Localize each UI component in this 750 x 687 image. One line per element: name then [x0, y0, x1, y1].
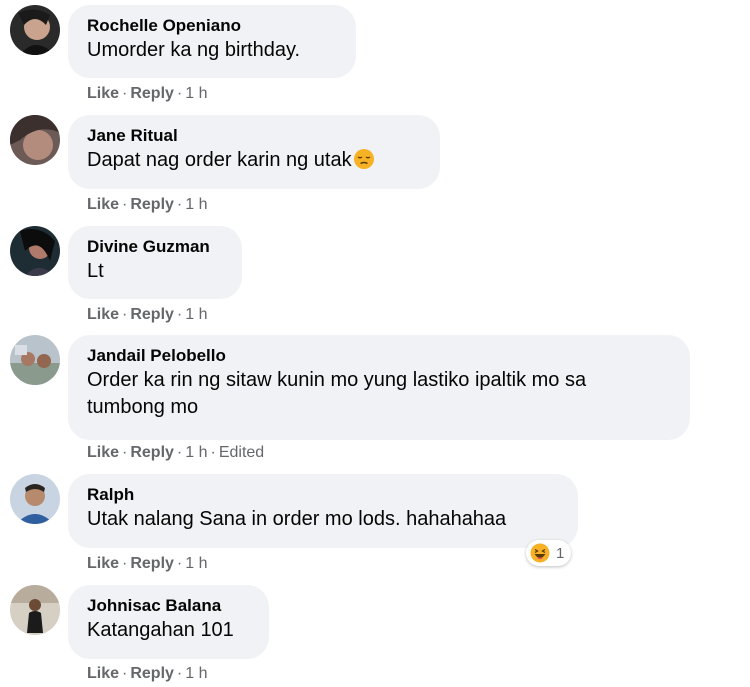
separator: · — [176, 306, 183, 323]
comment-text-line: tumbong mo — [87, 396, 199, 418]
comment-text: Dapat nag order karin ng utak — [87, 149, 352, 171]
avatar[interactable] — [10, 115, 60, 165]
separator: · — [122, 665, 128, 682]
separator: · — [176, 444, 183, 461]
comment-text: Utak nalang Sana in order mo lods. hahah… — [87, 508, 507, 530]
timestamp[interactable]: 1 h — [185, 196, 207, 213]
timestamp[interactable]: 1 h — [185, 85, 207, 102]
avatar[interactable] — [10, 226, 60, 276]
like-button[interactable]: Like — [87, 665, 119, 682]
comment-bubble: Divine Guzman Lt — [68, 226, 242, 299]
edited-label[interactable]: Edited — [219, 444, 264, 461]
comment-text: Lt — [87, 260, 104, 282]
comment-bubble: Johnisac Balana Katangahan 101 — [68, 585, 269, 659]
avatar[interactable] — [10, 5, 60, 55]
comment-author[interactable]: Rochelle Openiano — [87, 15, 337, 37]
timestamp[interactable]: 1 h — [185, 306, 207, 323]
separator: · — [122, 196, 128, 213]
reply-button[interactable]: Reply — [130, 555, 174, 572]
reaction-count: 1 — [556, 544, 565, 562]
comment-text-row: Dapat nag order karin ng utak — [87, 147, 421, 174]
comment-author[interactable]: Johnisac Balana — [87, 595, 250, 617]
separator: · — [176, 555, 183, 572]
separator: · — [122, 444, 128, 461]
comment-author[interactable]: Jane Ritual — [87, 125, 421, 147]
timestamp[interactable]: 1 h — [185, 444, 207, 461]
comment-author[interactable]: Jandail Pelobello — [87, 345, 671, 367]
comment-bubble: Rochelle Openiano Umorder ka ng birthday… — [68, 5, 356, 78]
reaction-summary[interactable]: 1 — [526, 540, 572, 566]
reply-button[interactable]: Reply — [130, 444, 174, 461]
comment-actions: Like · Reply · 1 h — [87, 195, 208, 215]
like-button[interactable]: Like — [87, 444, 119, 461]
like-button[interactable]: Like — [87, 196, 119, 213]
like-button[interactable]: Like — [87, 85, 119, 102]
comment-bubble: Jandail Pelobello Order ka rin ng sitaw … — [68, 335, 690, 440]
comment-text: Umorder ka ng birthday. — [87, 39, 301, 61]
timestamp[interactable]: 1 h — [185, 665, 207, 682]
comment-actions: Like · Reply · 1 h — [87, 664, 208, 684]
reply-button[interactable]: Reply — [130, 306, 174, 323]
comment-bubble: Jane Ritual Dapat nag order karin ng uta… — [68, 115, 440, 189]
separator: · — [210, 444, 216, 461]
reply-button[interactable]: Reply — [130, 665, 174, 682]
like-button[interactable]: Like — [87, 306, 119, 323]
reply-button[interactable]: Reply — [130, 196, 174, 213]
comment-actions: Like · Reply · 1 h · Edited — [87, 443, 264, 463]
avatar[interactable] — [10, 474, 60, 524]
timestamp[interactable]: 1 h — [185, 555, 207, 572]
haha-reaction-icon — [530, 543, 550, 563]
pensive-face-icon — [353, 149, 374, 169]
comment-text-line: Order ka rin ng sitaw kunin mo yung last… — [87, 369, 587, 391]
comment-actions: Like · Reply · 1 h — [87, 84, 208, 104]
like-button[interactable]: Like — [87, 555, 119, 572]
avatar[interactable] — [10, 335, 60, 385]
separator: · — [176, 196, 183, 213]
reply-button[interactable]: Reply — [130, 85, 174, 102]
comment-actions: Like · Reply · 1 h — [87, 305, 208, 325]
comment-bubble: Ralph Utak nalang Sana in order mo lods.… — [68, 474, 578, 548]
separator: · — [122, 555, 128, 572]
separator: · — [176, 665, 183, 682]
separator: · — [176, 85, 183, 102]
comment-text: Katangahan 101 — [87, 619, 234, 641]
comment-author[interactable]: Divine Guzman — [87, 236, 223, 258]
separator: · — [122, 85, 128, 102]
comment-author[interactable]: Ralph — [87, 484, 559, 506]
comment-actions: Like · Reply · 1 h — [87, 554, 208, 574]
separator: · — [122, 306, 128, 323]
avatar[interactable] — [10, 585, 60, 635]
